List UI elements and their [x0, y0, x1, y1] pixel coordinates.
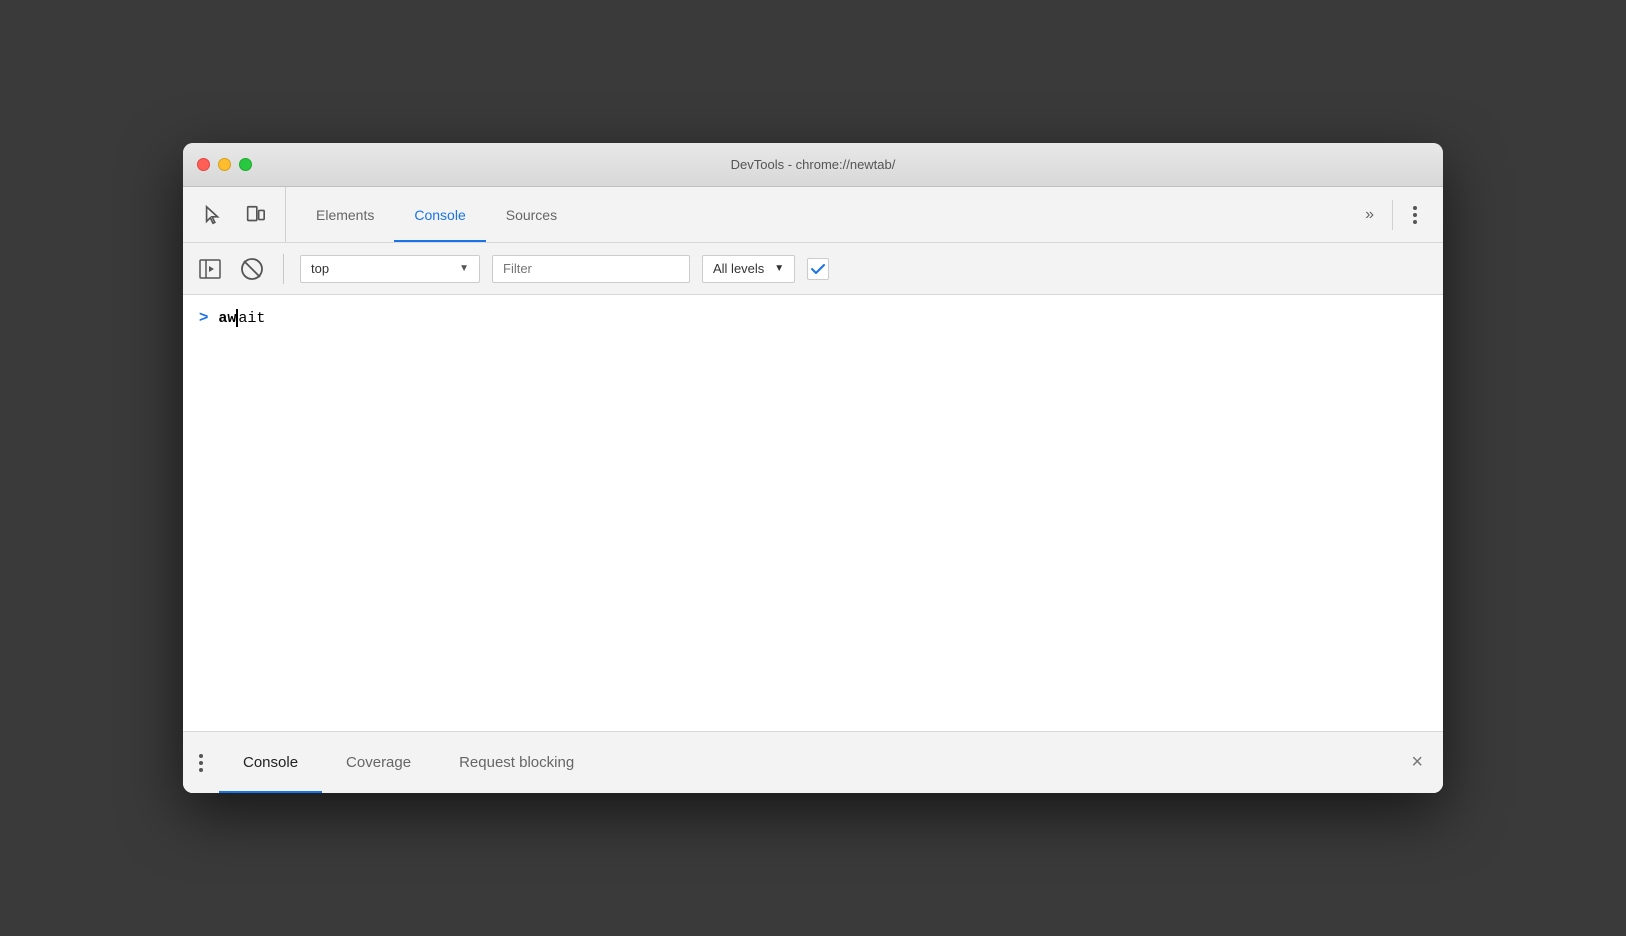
toolbar-right: »	[1341, 187, 1443, 242]
tab-console[interactable]: Console	[394, 187, 485, 242]
toolbar-icons	[183, 187, 286, 242]
menu-dot-2	[1413, 213, 1417, 217]
tab-list: Elements Console Sources	[286, 187, 577, 242]
settings-checkbox[interactable]	[807, 258, 829, 280]
context-value: top	[311, 261, 329, 276]
log-levels-arrow: ▼	[774, 263, 784, 274]
drawer-tab-console[interactable]: Console	[219, 732, 322, 793]
menu-dot-1	[1413, 206, 1417, 210]
cursor-icon	[202, 204, 224, 226]
device-toolbar-button[interactable]	[241, 201, 269, 229]
drawer-tab-request-blocking[interactable]: Request blocking	[435, 732, 598, 793]
input-mono-text: ait	[238, 310, 265, 327]
tab-elements[interactable]: Elements	[296, 187, 394, 242]
tab-sources[interactable]: Sources	[486, 187, 577, 242]
log-levels-label: All levels	[713, 261, 764, 276]
sidebar-toggle-button[interactable]	[195, 254, 225, 284]
menu-dot-3	[1413, 220, 1417, 224]
drawer-tab-coverage[interactable]: Coverage	[322, 732, 435, 793]
menu-button[interactable]	[1403, 203, 1427, 227]
checkmark-icon	[810, 261, 826, 277]
traffic-lights	[197, 158, 252, 171]
filter-input[interactable]	[492, 255, 690, 283]
drawer-dot-1	[199, 754, 203, 758]
console-content[interactable]: > await	[183, 295, 1443, 731]
toolbar-divider	[1392, 200, 1393, 230]
log-levels-button[interactable]: All levels ▼	[702, 255, 795, 283]
context-dropdown-arrow: ▼	[459, 263, 469, 274]
drawer-close-button[interactable]: ×	[1391, 751, 1443, 774]
console-prompt[interactable]: >	[199, 309, 208, 327]
more-tabs-button[interactable]: »	[1357, 206, 1382, 224]
no-entry-icon	[240, 257, 264, 281]
devtools-window: DevTools - chrome://newtab/	[183, 143, 1443, 793]
devtools-body: Elements Console Sources »	[183, 187, 1443, 793]
console-toolbar: top ▼ All levels ▼	[183, 243, 1443, 295]
minimize-button[interactable]	[218, 158, 231, 171]
window-title: DevTools - chrome://newtab/	[731, 157, 896, 172]
drawer-menu-button[interactable]	[183, 754, 219, 772]
context-selector[interactable]: top ▼	[300, 255, 480, 283]
console-input-row: > await	[183, 303, 1443, 333]
top-toolbar: Elements Console Sources »	[183, 187, 1443, 243]
sidebar-icon	[199, 258, 221, 280]
close-button[interactable]	[197, 158, 210, 171]
device-icon	[244, 204, 266, 226]
drawer-dot-2	[199, 761, 203, 765]
inspect-element-button[interactable]	[199, 201, 227, 229]
maximize-button[interactable]	[239, 158, 252, 171]
input-bold-text: aw	[218, 310, 236, 327]
bottom-drawer: Console Coverage Request blocking ×	[183, 731, 1443, 793]
console-input[interactable]: await	[218, 309, 265, 327]
title-bar: DevTools - chrome://newtab/	[183, 143, 1443, 187]
drawer-tab-list: Console Coverage Request blocking	[219, 732, 598, 793]
console-toolbar-divider	[283, 254, 284, 284]
clear-console-button[interactable]	[237, 254, 267, 284]
drawer-dot-3	[199, 768, 203, 772]
